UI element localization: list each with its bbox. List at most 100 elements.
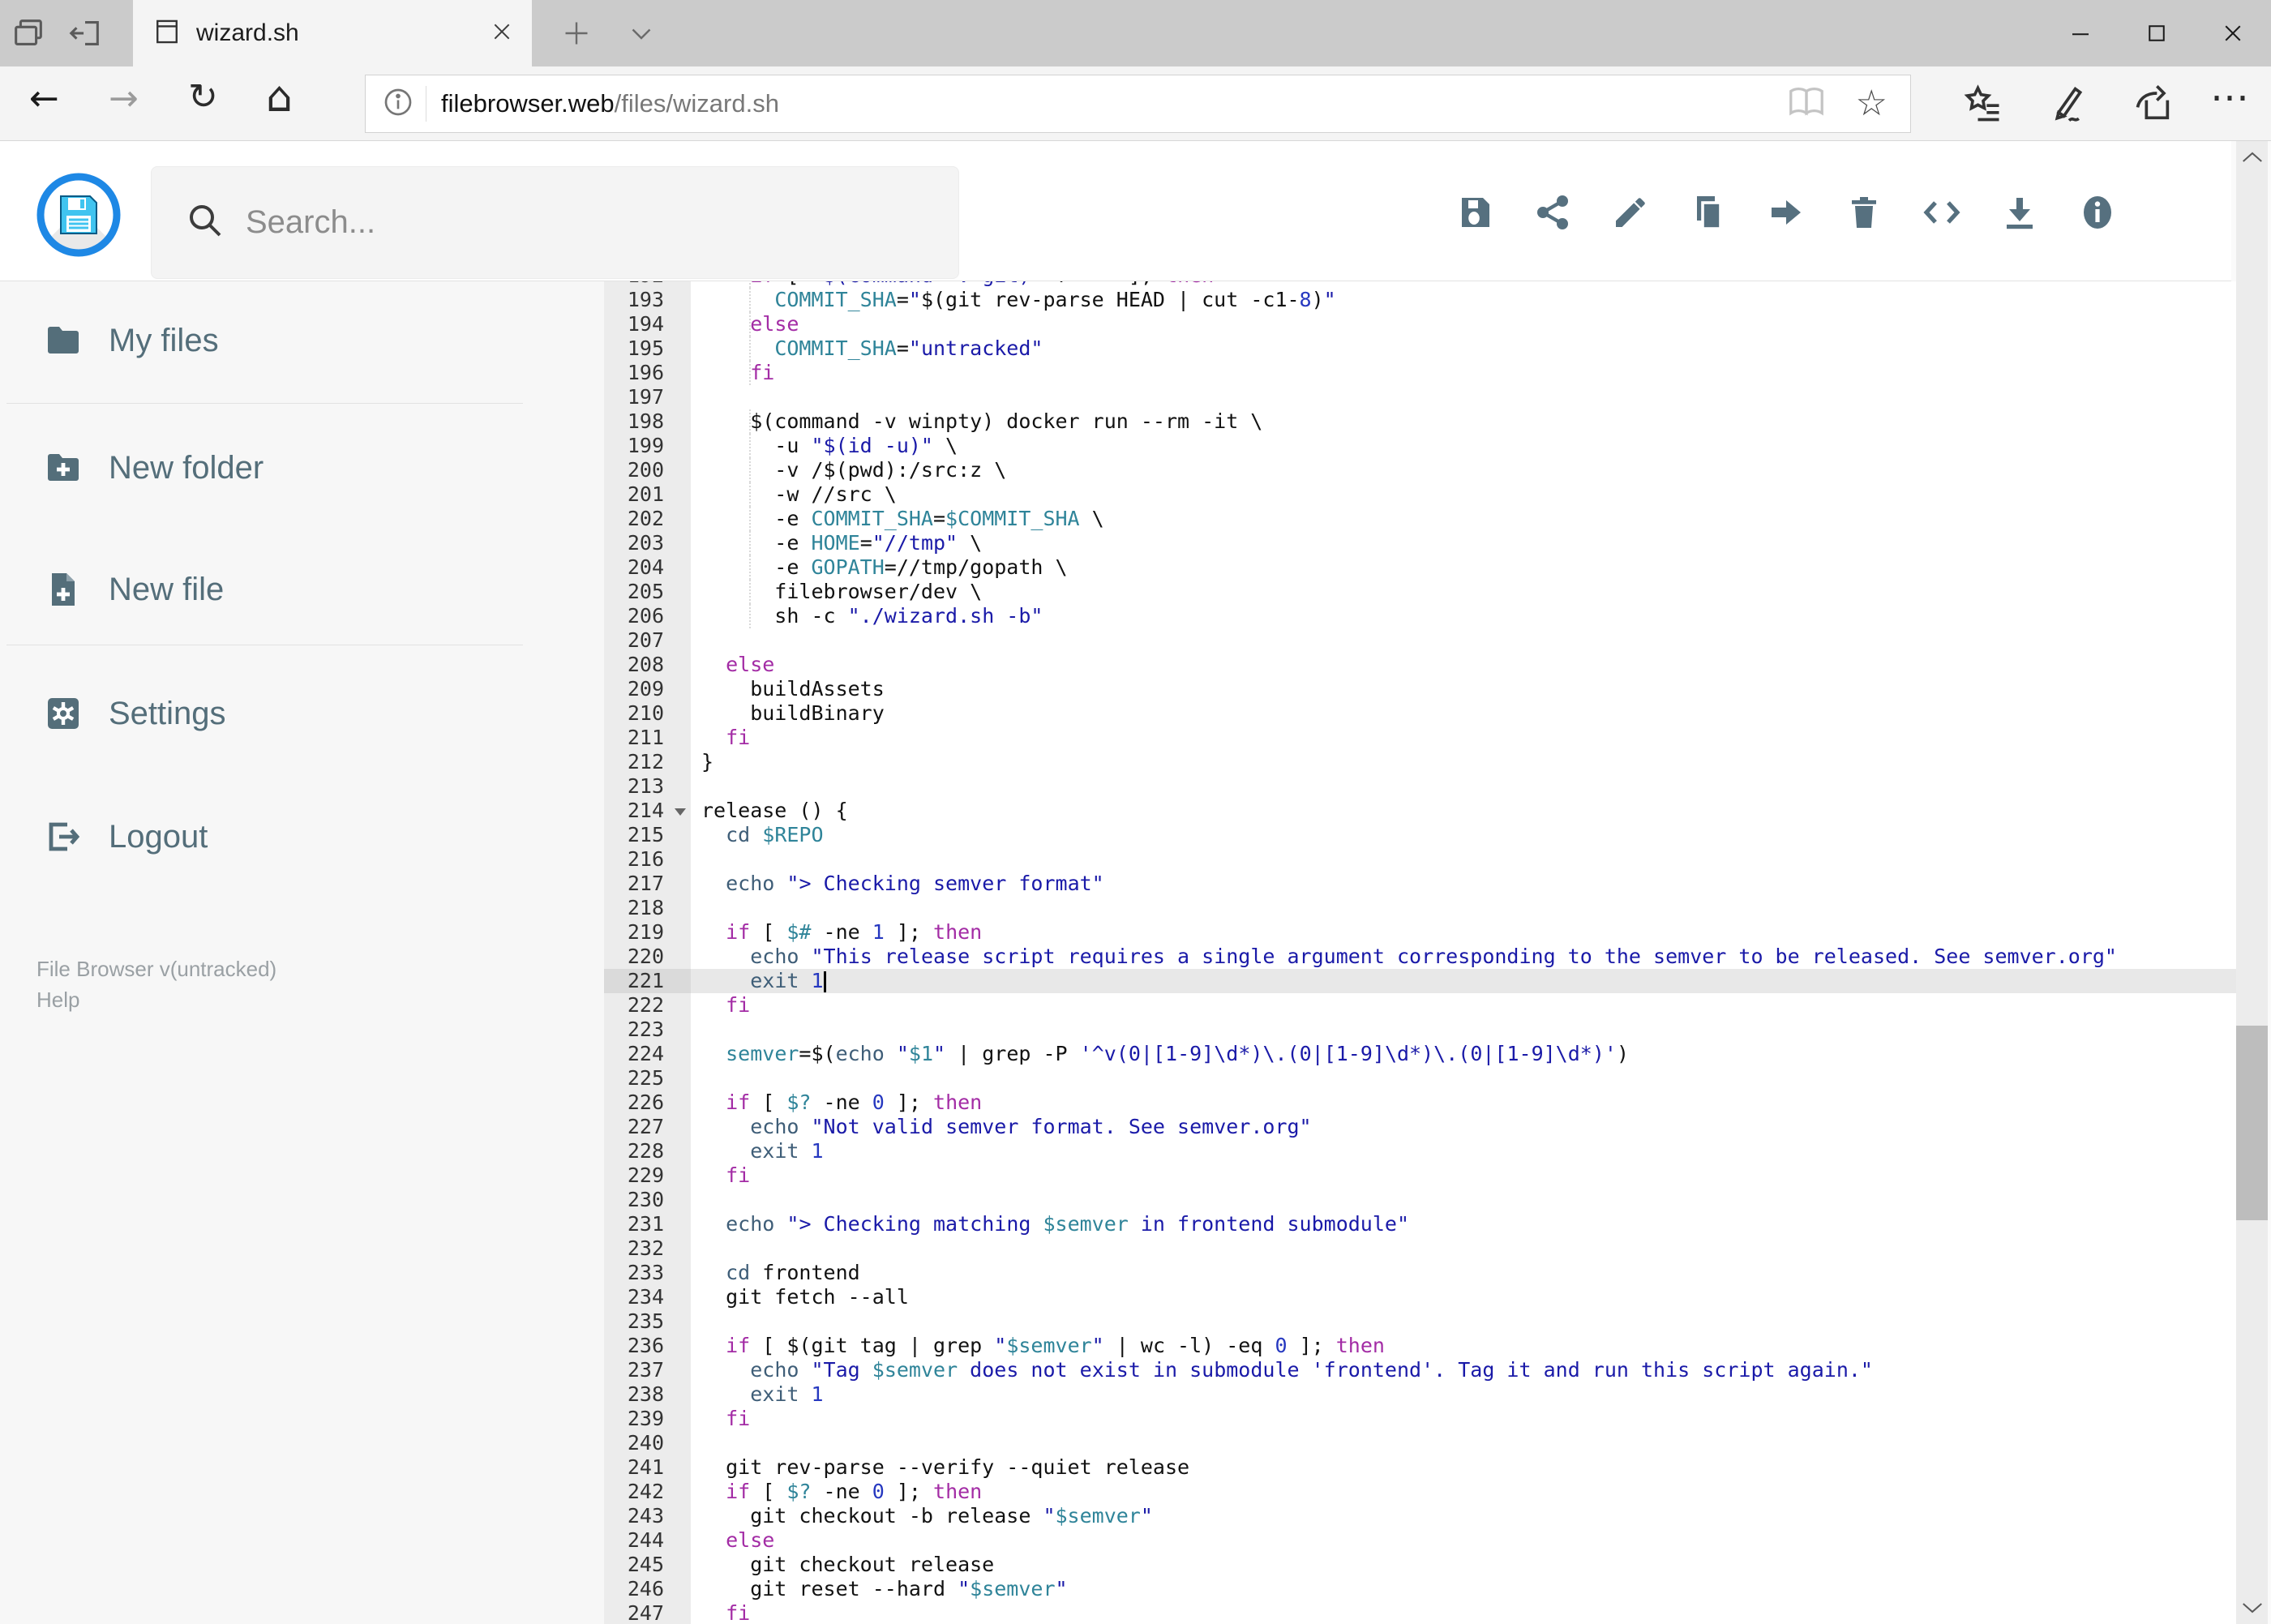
code-line-232[interactable]: 232 [604, 1236, 2236, 1261]
code-line-text[interactable]: if [ $? -ne 0 ]; then [691, 1091, 2236, 1115]
code-line-text[interactable]: fi [691, 1407, 2236, 1431]
code-line-206[interactable]: 206 sh -c "./wizard.sh -b" [604, 604, 2236, 628]
reading-view-icon[interactable] [1786, 84, 1827, 124]
code-line-219[interactable]: 219 if [ $# -ne 1 ]; then [604, 920, 2236, 945]
code-line-201[interactable]: 201 -w //src \ [604, 482, 2236, 507]
browser-tab[interactable]: wizard.sh [133, 0, 532, 66]
code-line-234[interactable]: 234 git fetch --all [604, 1285, 2236, 1309]
code-line-209[interactable]: 209 buildAssets [604, 677, 2236, 701]
favorite-star-icon[interactable]: ☆ [1856, 86, 1888, 122]
code-line-text[interactable]: buildAssets [691, 677, 2236, 701]
code-line-text[interactable]: exit 1 [691, 1139, 2236, 1163]
code-line-235[interactable]: 235 [604, 1309, 2236, 1334]
code-line-222[interactable]: 222 fi [604, 993, 2236, 1018]
code-line-text[interactable]: git checkout release [691, 1553, 2236, 1577]
code-line-text[interactable] [691, 1188, 2236, 1212]
code-line-text[interactable]: -e GOPATH=//tmp/gopath \ [691, 555, 2236, 580]
code-line-216[interactable]: 216 [604, 847, 2236, 872]
code-line-193[interactable]: 193 COMMIT_SHA="$(git rev-parse HEAD | c… [604, 288, 2236, 312]
code-line-211[interactable]: 211 fi [604, 726, 2236, 750]
code-line-text[interactable] [691, 1018, 2236, 1042]
window-close-button[interactable] [2195, 0, 2271, 66]
code-line-text[interactable]: -u "$(id -u)" \ [691, 434, 2236, 458]
share-page-icon[interactable] [2132, 83, 2175, 129]
code-line-244[interactable]: 244 else [604, 1528, 2236, 1553]
code-line-207[interactable]: 207 [604, 628, 2236, 653]
code-line-text[interactable]: git reset --hard "$semver" [691, 1577, 2236, 1601]
url-bar[interactable]: filebrowser.web/files/wizard.sh ☆ [365, 75, 1911, 133]
code-line-200[interactable]: 200 -v /$(pwd):/src:z \ [604, 458, 2236, 482]
save-icon[interactable] [1436, 164, 1514, 261]
code-line-221[interactable]: 221 exit 1 [604, 969, 2236, 993]
code-line-text[interactable] [691, 1066, 2236, 1091]
code-line-text[interactable] [691, 1431, 2236, 1455]
code-line-247[interactable]: 247 fi [604, 1601, 2236, 1624]
scrollbar-track[interactable] [2236, 141, 2268, 1624]
code-line-240[interactable]: 240 [604, 1431, 2236, 1455]
code-line-text[interactable]: if [ $(git tag | grep "$semver" | wc -l)… [691, 1334, 2236, 1358]
code-line-text[interactable]: fi [691, 1163, 2236, 1188]
code-line-text[interactable]: fi [691, 726, 2236, 750]
code-line-210[interactable]: 210 buildBinary [604, 701, 2236, 726]
code-icon[interactable] [1903, 164, 1981, 261]
sidebar-item-logout[interactable]: Logout [0, 788, 604, 885]
tab-preview-icon[interactable] [0, 0, 57, 66]
code-line-text[interactable]: git checkout -b release "$semver" [691, 1504, 2236, 1528]
scrollbar-down-icon[interactable] [2236, 1592, 2268, 1624]
delete-icon[interactable] [1825, 164, 1903, 261]
search-box[interactable] [151, 166, 959, 279]
code-line-223[interactable]: 223 [604, 1018, 2236, 1042]
set-tabs-aside-icon[interactable] [57, 0, 114, 66]
info-icon[interactable] [2059, 164, 2136, 261]
hub-icon[interactable] [1962, 83, 2004, 129]
code-line-text[interactable]: else [691, 653, 2236, 677]
code-line-237[interactable]: 237 echo "Tag $semver does not exist in … [604, 1358, 2236, 1382]
code-line-203[interactable]: 203 -e HOME="//tmp" \ [604, 531, 2236, 555]
code-line-192[interactable]: 192 if [ "$(command -v git)" != "" ]; th… [604, 281, 2236, 288]
window-minimize-button[interactable] [2042, 0, 2119, 66]
code-line-text[interactable]: semver=$(echo "$1" | grep -P '^v(0|[1-9]… [691, 1042, 2236, 1066]
code-line-199[interactable]: 199 -u "$(id -u)" \ [604, 434, 2236, 458]
code-line-224[interactable]: 224 semver=$(echo "$1" | grep -P '^v(0|[… [604, 1042, 2236, 1066]
edit-icon[interactable] [1592, 164, 1669, 261]
code-line-226[interactable]: 226 if [ $? -ne 0 ]; then [604, 1091, 2236, 1115]
code-line-241[interactable]: 241 git rev-parse --verify --quiet relea… [604, 1455, 2236, 1480]
code-line-text[interactable]: -v /$(pwd):/src:z \ [691, 458, 2236, 482]
code-line-214[interactable]: 214 release () { [604, 799, 2236, 823]
code-line-243[interactable]: 243 git checkout -b release "$semver" [604, 1504, 2236, 1528]
sidebar-item-new-folder[interactable]: New folder [0, 419, 604, 516]
help-link[interactable]: Help [36, 985, 79, 1014]
code-line-242[interactable]: 242 if [ $? -ne 0 ]; then [604, 1480, 2236, 1504]
code-line-245[interactable]: 245 git checkout release [604, 1553, 2236, 1577]
code-line-204[interactable]: 204 -e GOPATH=//tmp/gopath \ [604, 555, 2236, 580]
code-line-text[interactable]: echo "Tag $semver does not exist in subm… [691, 1358, 2236, 1382]
code-line-text[interactable]: echo "> Checking matching $semver in fro… [691, 1212, 2236, 1236]
forward-icon[interactable]: → [109, 81, 139, 117]
tab-close-icon[interactable] [491, 21, 512, 46]
download-icon[interactable] [1981, 164, 2059, 261]
code-line-212[interactable]: 212} [604, 750, 2236, 774]
app-version-link[interactable]: File Browser v(untracked) [36, 954, 276, 983]
code-line-213[interactable]: 213 [604, 774, 2236, 799]
page-info-icon[interactable] [382, 86, 414, 122]
back-icon[interactable]: ← [29, 81, 59, 117]
page-scrollbar[interactable] [2231, 141, 2271, 1624]
code-line-text[interactable] [691, 628, 2236, 653]
code-line-text[interactable]: cd frontend [691, 1261, 2236, 1285]
new-tab-button[interactable] [548, 0, 605, 66]
code-line-231[interactable]: 231 echo "> Checking matching $semver in… [604, 1212, 2236, 1236]
code-line-text[interactable]: $(command -v winpty) docker run --rm -it… [691, 409, 2236, 434]
code-line-236[interactable]: 236 if [ $(git tag | grep "$semver" | wc… [604, 1334, 2236, 1358]
code-line-238[interactable]: 238 exit 1 [604, 1382, 2236, 1407]
scrollbar-thumb[interactable] [2236, 1026, 2268, 1220]
code-line-197[interactable]: 197 [604, 385, 2236, 409]
code-line-text[interactable]: echo "> Checking semver format" [691, 872, 2236, 896]
code-line-text[interactable] [691, 774, 2236, 799]
move-icon[interactable] [1747, 164, 1825, 261]
code-line-text[interactable]: sh -c "./wizard.sh -b" [691, 604, 2236, 628]
code-line-195[interactable]: 195 COMMIT_SHA="untracked" [604, 336, 2236, 361]
window-maximize-button[interactable] [2119, 0, 2195, 66]
code-line-text[interactable]: git fetch --all [691, 1285, 2236, 1309]
home-icon[interactable]: ⌂ [266, 76, 293, 118]
code-line-text[interactable]: else [691, 1528, 2236, 1553]
